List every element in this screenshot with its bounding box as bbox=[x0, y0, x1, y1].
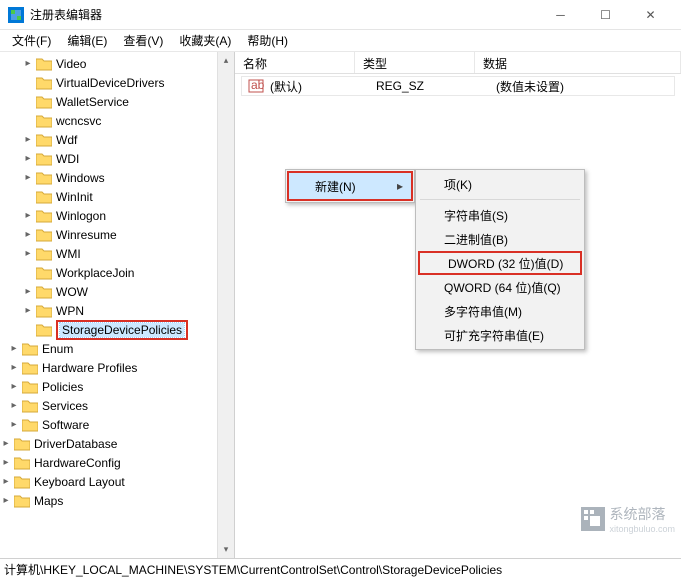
column-header-type[interactable]: 类型 bbox=[355, 52, 475, 73]
tree-item[interactable]: ▸WMI bbox=[0, 244, 234, 263]
submenu-arrow-icon: ▸ bbox=[397, 179, 403, 193]
tree-item[interactable]: WinInit bbox=[0, 187, 234, 206]
menu-edit[interactable]: 编辑(E) bbox=[59, 30, 115, 51]
tree-item[interactable]: ▸WOW bbox=[0, 282, 234, 301]
tree-item[interactable]: WalletService bbox=[0, 92, 234, 111]
maximize-button[interactable]: ☐ bbox=[583, 0, 628, 30]
menu-favorites[interactable]: 收藏夹(A) bbox=[171, 30, 239, 51]
menu-help[interactable]: 帮助(H) bbox=[239, 30, 296, 51]
statusbar: 计算机\HKEY_LOCAL_MACHINE\SYSTEM\CurrentCon… bbox=[0, 558, 681, 579]
menu-file[interactable]: 文件(F) bbox=[4, 30, 59, 51]
close-button[interactable]: ✕ bbox=[628, 0, 673, 30]
minimize-button[interactable]: ─ bbox=[538, 0, 583, 30]
tree-item[interactable]: ▸Software bbox=[0, 415, 234, 434]
tree-item[interactable]: ▸Video bbox=[0, 54, 234, 73]
new-submenu: 项(K) 字符串值(S) 二进制值(B) DWORD (32 位)值(D) QW… bbox=[415, 169, 585, 350]
tree-item[interactable]: HardwareConfig bbox=[34, 456, 121, 470]
watermark: 系统部落 xitongbuluo.com bbox=[581, 504, 675, 534]
submenu-key[interactable]: 项(K) bbox=[416, 172, 584, 196]
submenu-string[interactable]: 字符串值(S) bbox=[416, 203, 584, 227]
value-data: (数值未设置) bbox=[496, 78, 674, 95]
value-type: REG_SZ bbox=[376, 79, 496, 93]
tree-item[interactable]: Maps bbox=[34, 494, 63, 508]
submenu-dword[interactable]: DWORD (32 位)值(D) bbox=[418, 251, 582, 275]
tree-item[interactable]: ▸Enum bbox=[0, 339, 234, 358]
watermark-text: 系统部落 bbox=[609, 504, 675, 524]
column-header-name[interactable]: 名称 bbox=[235, 52, 355, 73]
tree-item[interactable]: ▸Services bbox=[0, 396, 234, 415]
window-title: 注册表编辑器 bbox=[30, 6, 538, 23]
tree-item[interactable]: wcncsvc bbox=[0, 111, 234, 130]
tree-item[interactable]: ▸WDI bbox=[0, 149, 234, 168]
submenu-expandstring[interactable]: 可扩充字符串值(E) bbox=[416, 323, 584, 347]
list-panel: 名称 类型 数据 ab (默认) REG_SZ (数值未设置) 新建(N) ▸ … bbox=[235, 52, 681, 558]
tree-item[interactable]: ▸WPN bbox=[0, 301, 234, 320]
tree-item[interactable]: ▸Windows bbox=[0, 168, 234, 187]
tree-item[interactable]: Keyboard Layout bbox=[34, 475, 125, 489]
tree-item[interactable]: ▸Hardware Profiles bbox=[0, 358, 234, 377]
tree-item[interactable]: ▸Policies bbox=[0, 377, 234, 396]
string-value-icon: ab bbox=[248, 79, 264, 93]
context-menu: 新建(N) ▸ bbox=[285, 169, 415, 203]
tree-scrollbar[interactable]: ▴ ▾ bbox=[217, 52, 234, 558]
tree-item[interactable]: DriverDatabase bbox=[34, 437, 117, 451]
submenu-qword[interactable]: QWORD (64 位)值(Q) bbox=[416, 275, 584, 299]
tree-item[interactable]: ▸Winresume bbox=[0, 225, 234, 244]
status-path: 计算机\HKEY_LOCAL_MACHINE\SYSTEM\CurrentCon… bbox=[4, 561, 502, 578]
tree-item-selected[interactable]: StorageDevicePolicies bbox=[0, 320, 234, 339]
submenu-multistring[interactable]: 多字符串值(M) bbox=[416, 299, 584, 323]
submenu-binary[interactable]: 二进制值(B) bbox=[416, 227, 584, 251]
value-row[interactable]: ab (默认) REG_SZ (数值未设置) bbox=[241, 76, 675, 96]
watermark-sub: xitongbuluo.com bbox=[609, 524, 675, 534]
tree-item[interactable]: VirtualDeviceDrivers bbox=[0, 73, 234, 92]
scroll-up-icon[interactable]: ▴ bbox=[218, 52, 235, 69]
context-new-label: 新建(N) bbox=[315, 178, 356, 195]
svg-text:ab: ab bbox=[251, 79, 264, 92]
menubar: 文件(F) 编辑(E) 查看(V) 收藏夹(A) 帮助(H) bbox=[0, 30, 681, 52]
menu-view[interactable]: 查看(V) bbox=[115, 30, 171, 51]
tree-item[interactable]: ▸Wdf bbox=[0, 130, 234, 149]
scroll-down-icon[interactable]: ▾ bbox=[218, 541, 235, 558]
tree-item[interactable]: ▸Winlogon bbox=[0, 206, 234, 225]
tree-panel: ▸Video VirtualDeviceDrivers WalletServic… bbox=[0, 52, 235, 558]
titlebar: 注册表编辑器 ─ ☐ ✕ bbox=[0, 0, 681, 30]
submenu-separator bbox=[420, 199, 580, 200]
value-name: (默认) bbox=[270, 78, 376, 95]
watermark-icon bbox=[581, 507, 605, 531]
column-header-data[interactable]: 数据 bbox=[475, 52, 681, 73]
app-icon bbox=[8, 7, 24, 23]
tree-item[interactable]: WorkplaceJoin bbox=[0, 263, 234, 282]
context-new[interactable]: 新建(N) ▸ bbox=[289, 173, 411, 199]
